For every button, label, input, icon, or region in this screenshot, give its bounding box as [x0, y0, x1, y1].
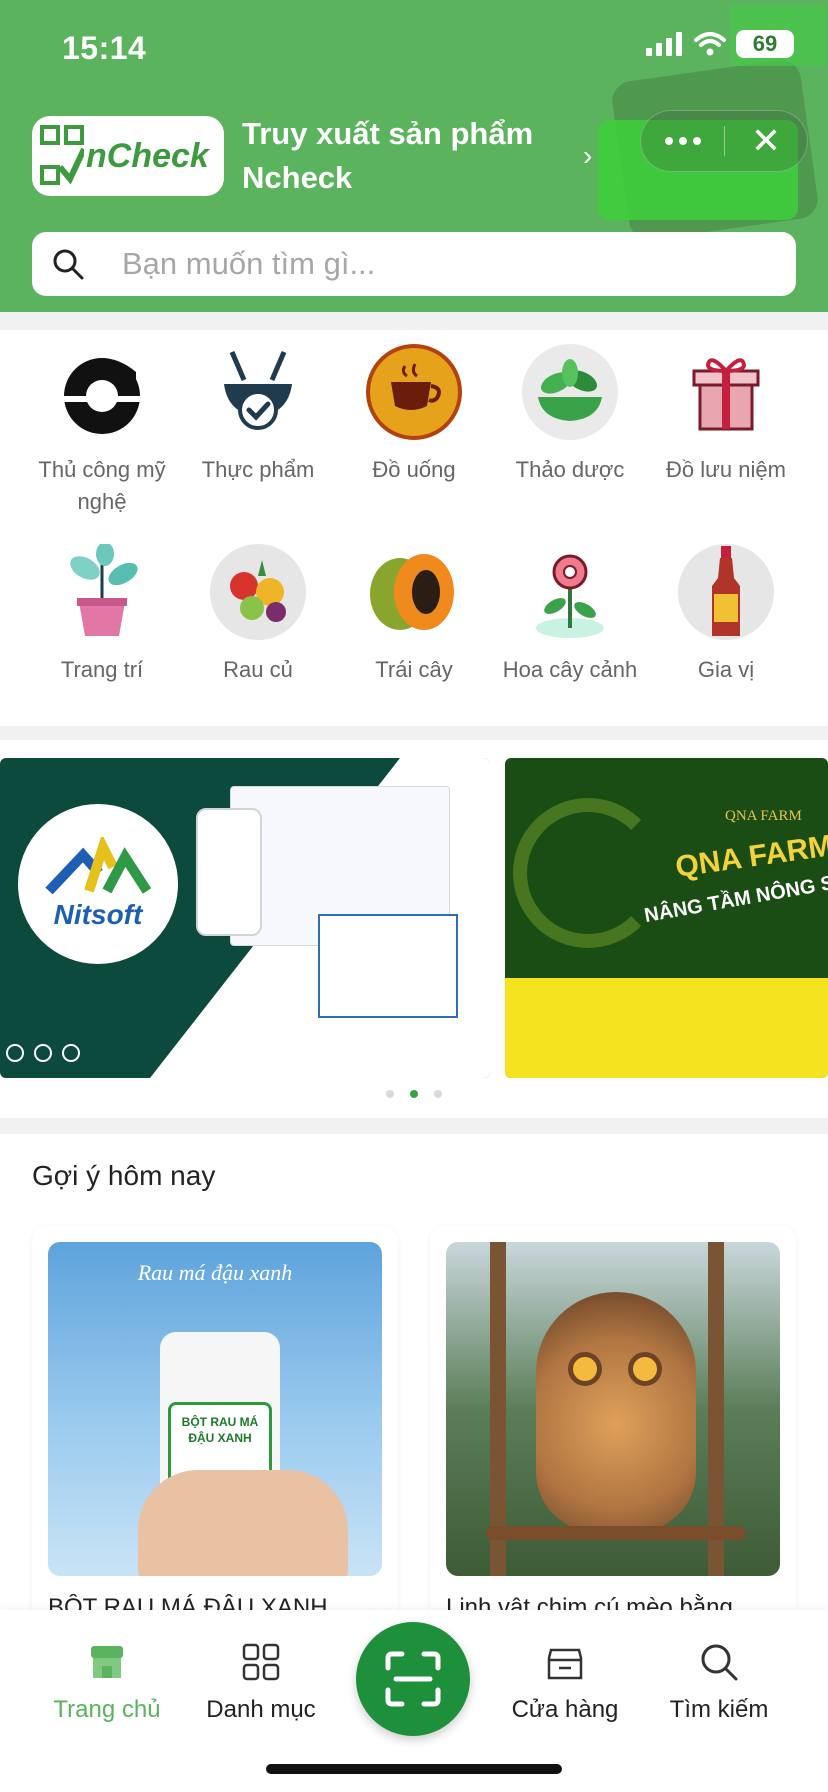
close-button[interactable]: ✕: [725, 123, 807, 159]
flower-icon: [522, 544, 618, 640]
category-label: Đồ uống: [372, 457, 456, 482]
youtube-icon: [34, 1044, 52, 1062]
category-label: Thủ công mỹ nghệ: [38, 457, 166, 514]
nav-categories-label: Danh mục: [206, 1696, 316, 1723]
banner-qna-farm[interactable]: QNA FARM QNA FARM NÂNG TẦM NÔNG SẢN: [505, 758, 828, 1078]
carousel-dot-active[interactable]: [410, 1090, 418, 1098]
product-card[interactable]: Linh vật chim cú mèo bằng: [430, 1226, 796, 1626]
instagram-icon: [6, 1044, 24, 1062]
carousel-dot[interactable]: [386, 1090, 394, 1098]
vegetables-icon: [210, 544, 306, 640]
search-bar[interactable]: [32, 232, 796, 296]
scan-button[interactable]: [356, 1622, 470, 1736]
qr-check-icon: [40, 125, 84, 185]
section-gap: [0, 1118, 828, 1134]
search-icon: [50, 246, 86, 282]
twitter-icon: [62, 1044, 80, 1062]
mockup-card: [318, 914, 458, 1018]
more-options-button[interactable]: [641, 137, 724, 145]
product-image[interactable]: [446, 1242, 780, 1576]
sauce-bottle-icon: [678, 544, 774, 640]
category-label: Rau củ: [223, 657, 293, 682]
nav-home-label: Trang chủ: [53, 1696, 161, 1723]
nav-search[interactable]: Tìm kiếm: [644, 1640, 794, 1724]
category-label: Trái cây: [375, 657, 453, 682]
mockup-phone: [196, 808, 262, 936]
owl-eye: [628, 1352, 662, 1386]
status-time: 15:14: [62, 30, 147, 66]
home-indicator: [266, 1764, 562, 1774]
category-label: Trang trí: [60, 657, 144, 682]
wifi-icon: [694, 32, 726, 56]
category-vegetables[interactable]: Rau củ: [180, 544, 336, 686]
product-image-caption: Rau má đậu xanh: [137, 1260, 293, 1285]
ncheck-logo: nCheck: [32, 116, 224, 196]
category-herbs[interactable]: Thảo dược: [492, 344, 648, 486]
hand-shape: [138, 1470, 348, 1576]
section-gap: [0, 312, 828, 330]
category-grid: Thủ công mỹ nghệ Thực phẩm Đồ uống Thảo …: [0, 330, 828, 725]
category-spices[interactable]: Gia vị: [648, 544, 804, 686]
logo-text: nCheck: [86, 136, 209, 175]
product-image[interactable]: Rau má đậu xanh BỘT RAU MÁ ĐẬU XANH: [48, 1242, 382, 1576]
store-home-icon: [85, 1640, 129, 1684]
app-header: 15:14 69 nCheck Truy xuất sản phẩm Nchec…: [0, 0, 828, 312]
category-souvenir[interactable]: Đồ lưu niệm: [648, 344, 804, 486]
category-decoration[interactable]: Trang trí: [24, 544, 180, 686]
suggestions-title: Gợi ý hôm nay: [32, 1160, 216, 1191]
mini-app-capsule: ✕: [640, 110, 808, 172]
herb-bowl-icon: [522, 344, 618, 440]
nav-categories[interactable]: Danh mục: [186, 1640, 336, 1724]
app-title[interactable]: Truy xuất sản phẩm Ncheck: [242, 112, 572, 200]
signal-icon: [646, 32, 682, 56]
category-fruits[interactable]: Trái cây: [336, 544, 492, 686]
banner-carousel[interactable]: Nitsoft QNA FARM QNA FARM NÂNG TẦM NÔNG …: [0, 758, 828, 1078]
category-food[interactable]: Thực phẩm: [180, 344, 336, 486]
category-label: Thực phẩm: [201, 457, 315, 482]
category-flowers[interactable]: Hoa cây cảnh: [492, 544, 648, 686]
carousel-dots: [0, 1090, 828, 1098]
papaya-icon: [366, 544, 462, 640]
status-icons: 69: [646, 30, 794, 58]
gift-icon: [678, 344, 774, 440]
food-dish-icon: [210, 344, 306, 440]
category-drinks[interactable]: Đồ uống: [336, 344, 492, 486]
owl-perch: [486, 1526, 746, 1540]
category-label: Gia vị: [697, 657, 755, 682]
social-icons: [6, 1044, 80, 1062]
battery-indicator: 69: [736, 30, 794, 58]
category-label: Thảo dược: [515, 457, 625, 482]
nav-search-label: Tìm kiếm: [669, 1696, 769, 1723]
chevron-right-icon[interactable]: ›: [583, 140, 592, 172]
search-input[interactable]: [122, 246, 762, 282]
owl-eye: [568, 1352, 602, 1386]
jar-text: BỘT RAU MÁ ĐẬU XANH: [181, 1415, 259, 1445]
carousel-dot[interactable]: [434, 1090, 442, 1098]
banner-yellow-band: [505, 978, 828, 1078]
banner-nitsoft[interactable]: Nitsoft: [0, 758, 490, 1078]
nav-stores-label: Cửa hàng: [511, 1696, 619, 1723]
owl-carving: [536, 1292, 696, 1532]
saw-blade-icon: [54, 344, 150, 440]
qna-swirl-decoration: [513, 798, 663, 948]
nitsoft-mark-icon: [45, 837, 152, 895]
nitsoft-brand: Nitsoft: [53, 899, 143, 930]
coffee-cup-icon: [366, 344, 462, 440]
potted-plant-icon: [54, 544, 150, 640]
search-icon: [697, 1640, 741, 1684]
nitsoft-logo: Nitsoft: [14, 800, 182, 968]
grid-icon: [239, 1640, 283, 1684]
product-card[interactable]: Rau má đậu xanh BỘT RAU MÁ ĐẬU XANH BỘT …: [32, 1226, 398, 1626]
section-gap: [0, 726, 828, 740]
nav-stores[interactable]: Cửa hàng: [490, 1640, 640, 1724]
box-icon: [543, 1640, 587, 1684]
qna-brand: QNA FARM: [725, 808, 802, 824]
category-label: Đồ lưu niệm: [666, 457, 786, 482]
nav-home[interactable]: Trang chủ: [32, 1640, 182, 1724]
category-handicraft[interactable]: Thủ công mỹ nghệ: [24, 344, 180, 518]
category-label: Hoa cây cảnh: [502, 657, 638, 682]
scan-icon: [385, 1651, 441, 1707]
